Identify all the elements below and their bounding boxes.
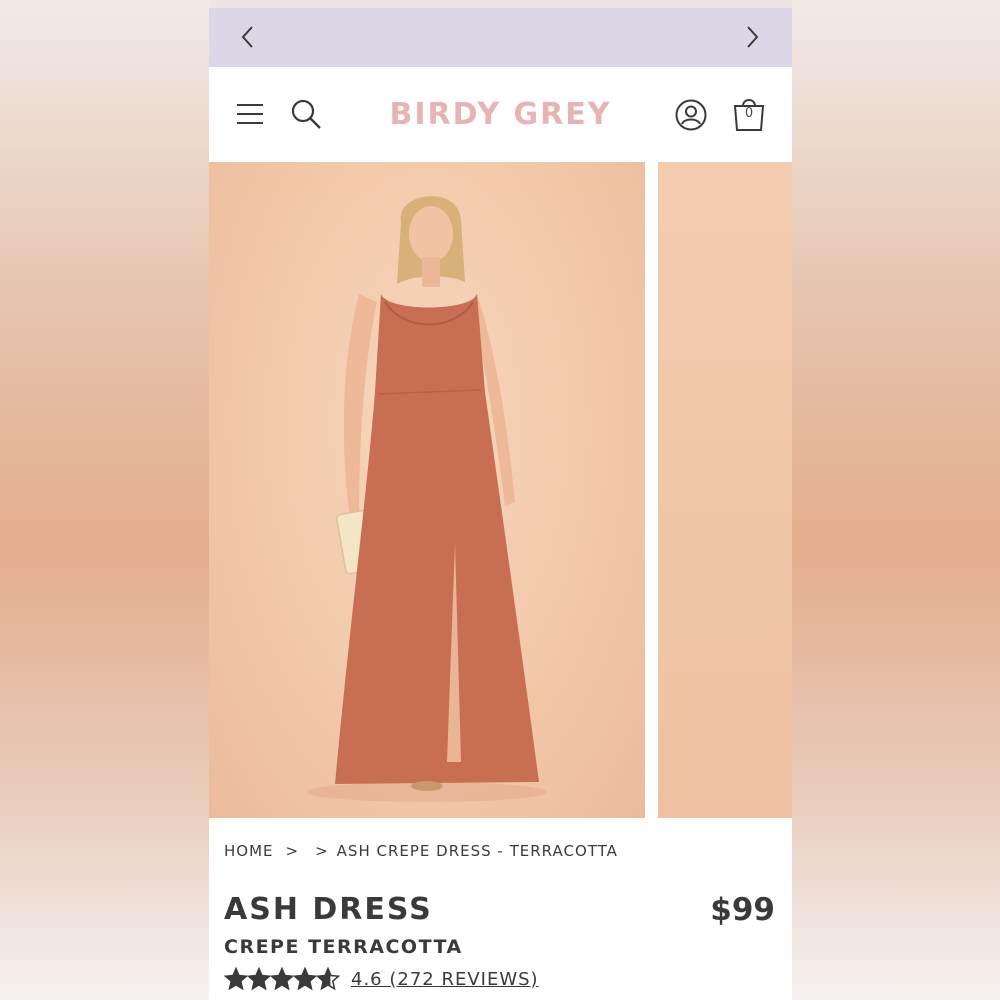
- model-in-dress-illustration: [307, 196, 547, 802]
- product-rating: 4.6 (272 REVIEWS): [224, 967, 539, 991]
- product-title: ASH DRESS: [224, 892, 433, 927]
- background-blur-left: [0, 0, 209, 1000]
- star-icon: [270, 967, 294, 991]
- breadcrumb-separator: >: [285, 842, 300, 860]
- star-icon: [247, 967, 271, 991]
- product-image-next-peek[interactable]: [658, 162, 792, 818]
- search-button[interactable]: [289, 97, 323, 131]
- product-image-main[interactable]: [209, 162, 645, 818]
- promo-next-button[interactable]: [737, 22, 767, 52]
- account-button[interactable]: [674, 98, 708, 132]
- reviews-link[interactable]: 4.6 (272 REVIEWS): [351, 969, 539, 990]
- chevron-right-icon: [747, 26, 759, 48]
- cart-button[interactable]: 0: [732, 95, 766, 133]
- menu-button[interactable]: [235, 99, 265, 129]
- hamburger-menu-icon: [237, 104, 263, 124]
- product-price: $99: [710, 892, 775, 928]
- promo-prev-button[interactable]: [233, 22, 263, 52]
- account-icon: [675, 99, 707, 131]
- site-header: BIRDY GREY 0: [209, 67, 792, 162]
- star-icon: [293, 967, 317, 991]
- cart-count: 0: [744, 106, 754, 121]
- chevron-left-icon: [241, 26, 253, 48]
- search-icon: [291, 99, 321, 129]
- breadcrumb-home-link[interactable]: HOME: [224, 842, 274, 860]
- breadcrumb: HOME > > ASH CREPE DRESS - TERRACOTTA: [224, 842, 618, 860]
- star-icon: [224, 967, 248, 991]
- product-page: BIRDY GREY 0 HOME > > ASH CREPE DRESS - …: [209, 8, 792, 1000]
- star-icon: [316, 967, 340, 991]
- product-variant: CREPE TERRACOTTA: [224, 936, 463, 958]
- background-blur-right: [792, 0, 1000, 1000]
- breadcrumb-separator: >: [315, 842, 329, 860]
- promo-bar: [209, 8, 792, 67]
- brand-logo[interactable]: BIRDY GREY: [329, 97, 672, 132]
- breadcrumb-current: ASH CREPE DRESS - TERRACOTTA: [336, 842, 618, 860]
- rating-stars: [224, 967, 340, 991]
- product-gallery[interactable]: [209, 162, 792, 818]
